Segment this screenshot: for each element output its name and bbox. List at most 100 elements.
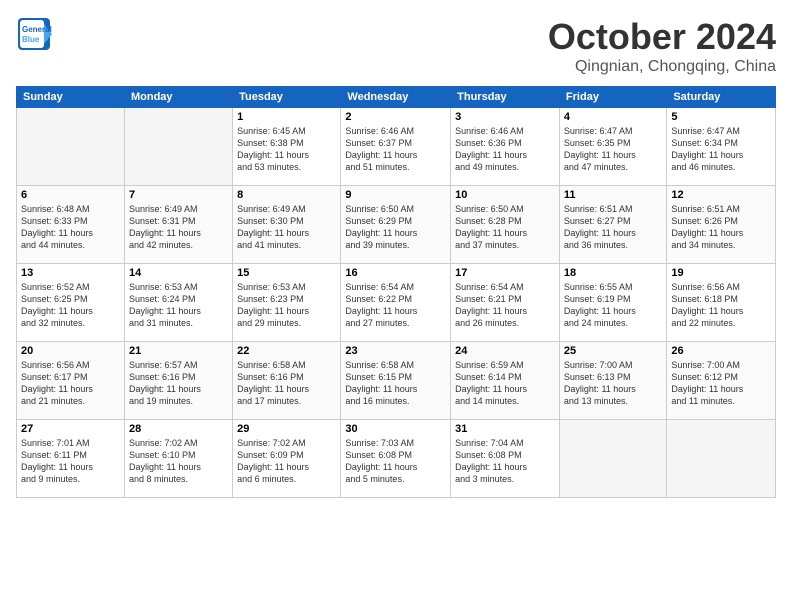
svg-text:General: General [22, 25, 52, 34]
calendar-cell: 25 Sunrise: 7:00 AMSunset: 6:13 PMDayligh… [559, 342, 666, 420]
calendar-week-3: 13Sunrise: 6:52 AMSunset: 6:25 PMDayligh… [17, 264, 776, 342]
day-info: Sunrise: 6:57 AMSunset: 6:16 PMDaylight:… [129, 359, 228, 408]
weekday-header-wednesday: Wednesday [341, 87, 451, 108]
day-info: Sunrise: 7:03 AMSunset: 6:08 PMDaylight:… [345, 437, 446, 486]
calendar-cell: 30Sunrise: 7:03 AMSunset: 6:08 PMDayligh… [341, 420, 451, 498]
day-info: Sunrise: 6:46 AMSunset: 6:37 PMDaylight:… [345, 125, 446, 174]
calendar-cell: 5Sunrise: 6:47 AMSunset: 6:34 PMDaylight… [667, 108, 776, 186]
day-number: 29 [237, 423, 336, 435]
day-info: Sunrise: 7:01 AMSunset: 6:11 PMDaylight:… [21, 437, 120, 486]
day-info: Sunrise: 6:53 AMSunset: 6:24 PMDaylight:… [129, 281, 228, 330]
calendar-cell: 9 Sunrise: 6:50 AMSunset: 6:29 PMDaylight… [341, 186, 451, 264]
page: General Blue October 2024 Qingnian, Chon… [0, 0, 792, 612]
weekday-header-monday: Monday [124, 87, 232, 108]
calendar-cell: 4 Sunrise: 6:47 AMSunset: 6:35 PMDaylight… [559, 108, 666, 186]
day-info: Sunrise: 6:58 AMSunset: 6:16 PMDaylight:… [237, 359, 336, 408]
title-block: October 2024 Qingnian, Chongqing, China [548, 16, 776, 76]
day-number: 25 [564, 345, 662, 357]
calendar-week-1: 1 Sunrise: 6:45 AMSunset: 6:38 PMDaylight… [17, 108, 776, 186]
calendar-cell [559, 420, 666, 498]
calendar-cell: 6Sunrise: 6:48 AMSunset: 6:33 PMDaylight… [17, 186, 125, 264]
day-info: Sunrise: 6:47 AMSunset: 6:35 PMDaylight:… [564, 125, 662, 174]
day-info: Sunrise: 6:45 AMSunset: 6:38 PMDaylight:… [237, 125, 336, 174]
calendar-cell [667, 420, 776, 498]
calendar-cell: 26 Sunrise: 7:00 AMSunset: 6:12 PMDayligh… [667, 342, 776, 420]
day-number: 6 [21, 189, 120, 201]
day-info: Sunrise: 6:56 AMSunset: 6:17 PMDaylight:… [21, 359, 120, 408]
calendar-cell: 18 Sunrise: 6:55 AMSunset: 6:19 PMDayligh… [559, 264, 666, 342]
day-number: 27 [21, 423, 120, 435]
day-number: 18 [564, 267, 662, 279]
day-number: 13 [21, 267, 120, 279]
calendar-cell: 22 Sunrise: 6:58 AMSunset: 6:16 PMDayligh… [233, 342, 341, 420]
day-info: Sunrise: 6:55 AMSunset: 6:19 PMDaylight:… [564, 281, 662, 330]
weekday-header-sunday: Sunday [17, 87, 125, 108]
calendar-cell: 21Sunrise: 6:57 AMSunset: 6:16 PMDayligh… [124, 342, 232, 420]
logo-icon: General Blue [16, 16, 52, 52]
calendar-week-4: 20 Sunrise: 6:56 AMSunset: 6:17 PMDayligh… [17, 342, 776, 420]
calendar-cell: 23 Sunrise: 6:58 AMSunset: 6:15 PMDayligh… [341, 342, 451, 420]
svg-text:Blue: Blue [22, 35, 40, 44]
day-info: Sunrise: 7:04 AMSunset: 6:08 PMDaylight:… [455, 437, 555, 486]
day-number: 14 [129, 267, 228, 279]
day-info: Sunrise: 6:58 AMSunset: 6:15 PMDaylight:… [345, 359, 446, 408]
weekday-header-saturday: Saturday [667, 87, 776, 108]
day-info: Sunrise: 7:00 AMSunset: 6:13 PMDaylight:… [564, 359, 662, 408]
day-info: Sunrise: 6:59 AMSunset: 6:14 PMDaylight:… [455, 359, 555, 408]
calendar-cell [17, 108, 125, 186]
day-number: 3 [455, 111, 555, 123]
day-info: Sunrise: 6:50 AMSunset: 6:28 PMDaylight:… [455, 203, 555, 252]
calendar-cell: 24Sunrise: 6:59 AMSunset: 6:14 PMDayligh… [451, 342, 560, 420]
day-number: 11 [564, 189, 662, 201]
calendar-cell: 7 Sunrise: 6:49 AMSunset: 6:31 PMDaylight… [124, 186, 232, 264]
day-info: Sunrise: 7:00 AMSunset: 6:12 PMDaylight:… [671, 359, 771, 408]
weekday-header-tuesday: Tuesday [233, 87, 341, 108]
day-number: 15 [237, 267, 336, 279]
day-info: Sunrise: 6:49 AMSunset: 6:31 PMDaylight:… [129, 203, 228, 252]
day-number: 19 [671, 267, 771, 279]
logo: General Blue [16, 16, 52, 52]
day-info: Sunrise: 6:51 AMSunset: 6:27 PMDaylight:… [564, 203, 662, 252]
day-number: 9 [345, 189, 446, 201]
day-number: 7 [129, 189, 228, 201]
header: General Blue October 2024 Qingnian, Chon… [16, 16, 776, 76]
day-info: Sunrise: 7:02 AMSunset: 6:10 PMDaylight:… [129, 437, 228, 486]
calendar-cell: 31 Sunrise: 7:04 AMSunset: 6:08 PMDayligh… [451, 420, 560, 498]
calendar-cell: 17Sunrise: 6:54 AMSunset: 6:21 PMDayligh… [451, 264, 560, 342]
day-number: 22 [237, 345, 336, 357]
weekday-header-row: SundayMondayTuesdayWednesdayThursdayFrid… [17, 87, 776, 108]
calendar-week-2: 6Sunrise: 6:48 AMSunset: 6:33 PMDaylight… [17, 186, 776, 264]
day-info: Sunrise: 6:47 AMSunset: 6:34 PMDaylight:… [671, 125, 771, 174]
calendar-table: SundayMondayTuesdayWednesdayThursdayFrid… [16, 86, 776, 498]
calendar-cell: 27 Sunrise: 7:01 AMSunset: 6:11 PMDayligh… [17, 420, 125, 498]
calendar-cell: 13Sunrise: 6:52 AMSunset: 6:25 PMDayligh… [17, 264, 125, 342]
day-number: 2 [345, 111, 446, 123]
calendar-cell: 16Sunrise: 6:54 AMSunset: 6:22 PMDayligh… [341, 264, 451, 342]
calendar-cell: 19Sunrise: 6:56 AMSunset: 6:18 PMDayligh… [667, 264, 776, 342]
day-info: Sunrise: 6:49 AMSunset: 6:30 PMDaylight:… [237, 203, 336, 252]
calendar-cell: 12 Sunrise: 6:51 AMSunset: 6:26 PMDayligh… [667, 186, 776, 264]
calendar-cell: 11 Sunrise: 6:51 AMSunset: 6:27 PMDayligh… [559, 186, 666, 264]
day-info: Sunrise: 6:53 AMSunset: 6:23 PMDaylight:… [237, 281, 336, 330]
calendar-cell: 14 Sunrise: 6:53 AMSunset: 6:24 PMDayligh… [124, 264, 232, 342]
calendar-cell: 1 Sunrise: 6:45 AMSunset: 6:38 PMDaylight… [233, 108, 341, 186]
day-number: 23 [345, 345, 446, 357]
calendar-cell: 2 Sunrise: 6:46 AMSunset: 6:37 PMDaylight… [341, 108, 451, 186]
day-number: 26 [671, 345, 771, 357]
day-info: Sunrise: 6:50 AMSunset: 6:29 PMDaylight:… [345, 203, 446, 252]
day-number: 31 [455, 423, 555, 435]
day-number: 20 [21, 345, 120, 357]
day-number: 4 [564, 111, 662, 123]
calendar-cell: 3 Sunrise: 6:46 AMSunset: 6:36 PMDaylight… [451, 108, 560, 186]
day-number: 17 [455, 267, 555, 279]
day-number: 8 [237, 189, 336, 201]
day-info: Sunrise: 6:51 AMSunset: 6:26 PMDaylight:… [671, 203, 771, 252]
day-number: 12 [671, 189, 771, 201]
day-info: Sunrise: 7:02 AMSunset: 6:09 PMDaylight:… [237, 437, 336, 486]
day-number: 1 [237, 111, 336, 123]
calendar-cell: 29 Sunrise: 7:02 AMSunset: 6:09 PMDayligh… [233, 420, 341, 498]
subtitle: Qingnian, Chongqing, China [548, 58, 776, 76]
day-number: 28 [129, 423, 228, 435]
calendar-week-5: 27 Sunrise: 7:01 AMSunset: 6:11 PMDayligh… [17, 420, 776, 498]
day-info: Sunrise: 6:46 AMSunset: 6:36 PMDaylight:… [455, 125, 555, 174]
